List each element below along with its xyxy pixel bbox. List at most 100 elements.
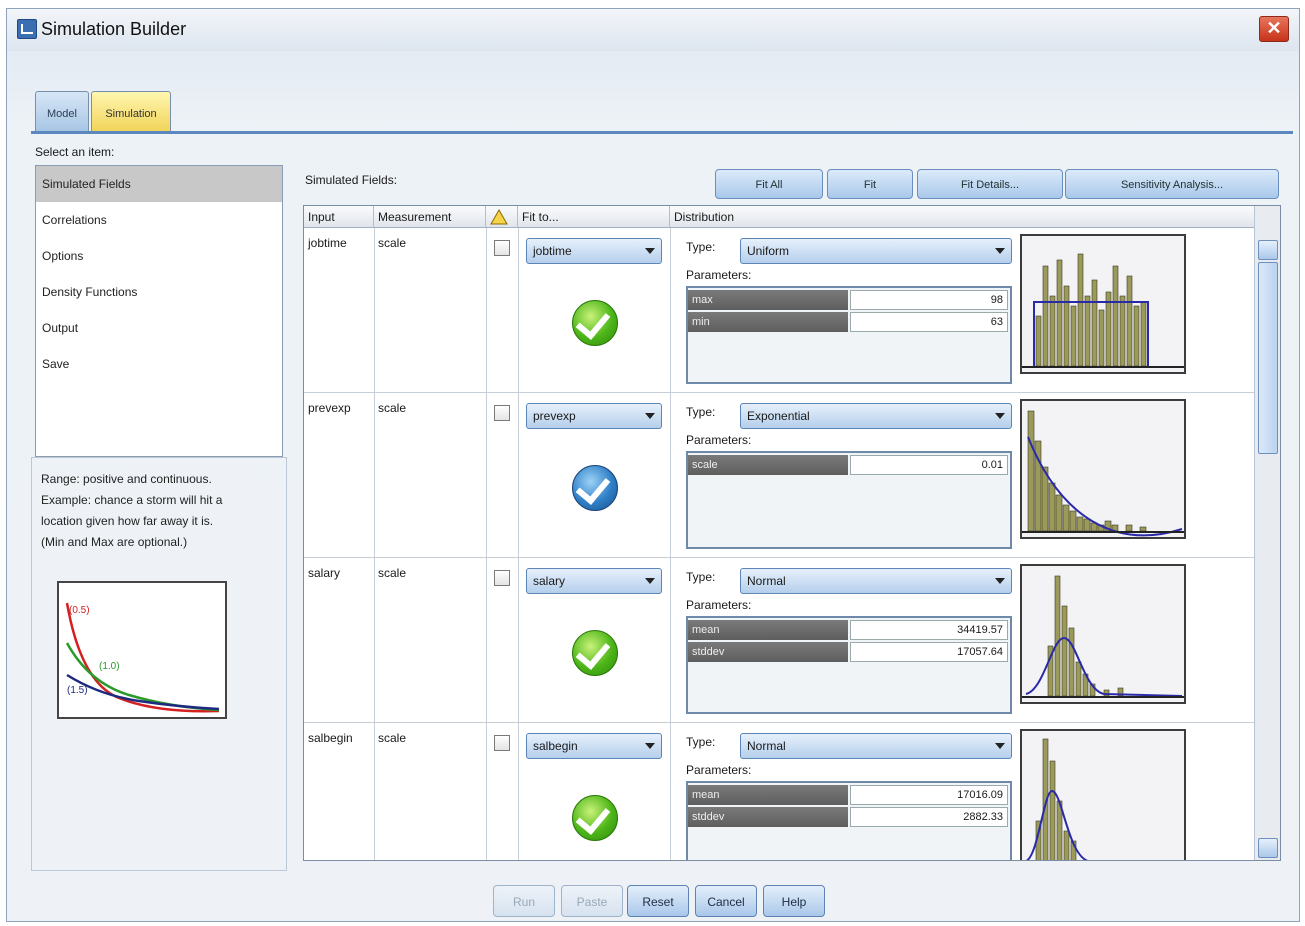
lock-checkbox[interactable]: [494, 240, 510, 256]
nav-item-density-functions[interactable]: Density Functions: [36, 274, 282, 310]
description-line: location given how far away it is.: [41, 514, 214, 528]
column-header-input[interactable]: Input: [304, 206, 374, 228]
parameter-value-input[interactable]: 63: [850, 312, 1008, 332]
chevron-down-icon: [645, 743, 655, 749]
chevron-down-icon: [995, 578, 1005, 584]
table-row[interactable]: salary scale salary Type: Normal Paramet…: [304, 558, 1254, 723]
check-icon: [575, 799, 611, 835]
fit-to-dropdown[interactable]: salbegin: [526, 733, 662, 759]
fit-all-button[interactable]: Fit All: [715, 169, 823, 199]
lock-checkbox[interactable]: [494, 735, 510, 751]
parameter-name: stddev: [688, 642, 848, 662]
distribution-type-dropdown[interactable]: Normal: [740, 733, 1012, 759]
column-header-fit-to[interactable]: Fit to...: [518, 206, 670, 228]
lock-checkbox[interactable]: [494, 405, 510, 421]
column-header-distribution[interactable]: Distribution: [670, 206, 1256, 228]
nav-item-options[interactable]: Options: [36, 238, 282, 274]
item-list: Simulated Fields Correlations Options De…: [35, 165, 283, 457]
scroll-down-icon[interactable]: [1258, 838, 1278, 858]
parameter-name: max: [688, 290, 848, 310]
nav-item-output[interactable]: Output: [36, 310, 282, 346]
type-label: Type:: [686, 735, 716, 749]
help-button[interactable]: Help: [763, 885, 825, 917]
input-cell: salary: [308, 566, 341, 580]
curve-blue: [66, 673, 220, 711]
fit-button[interactable]: Fit: [827, 169, 913, 199]
fit-status-check-icon: [572, 300, 618, 346]
parameters-label: Parameters:: [686, 598, 752, 612]
fit-to-value: salary: [533, 574, 566, 588]
input-cell: jobtime: [308, 236, 347, 250]
fit-to-value: prevexp: [533, 409, 576, 423]
density-preview-chart: (0.5) (1.0) (1.5): [57, 581, 227, 719]
parameter-value-input[interactable]: 98: [850, 290, 1008, 310]
chevron-down-icon: [645, 578, 655, 584]
type-label: Type:: [686, 240, 716, 254]
parameter-value-input[interactable]: 17057.64: [850, 642, 1008, 662]
distribution-type-dropdown[interactable]: Uniform: [740, 238, 1012, 264]
parameter-value-input[interactable]: 0.01: [850, 455, 1008, 475]
scroll-up-icon[interactable]: [1258, 240, 1278, 260]
title-bar: Simulation Builder ✕: [7, 9, 1299, 51]
fit-status-check-icon: [572, 630, 618, 676]
sensitivity-analysis-button[interactable]: Sensitivity Analysis...: [1065, 169, 1279, 199]
parameter-row: stddev 17057.64: [688, 642, 1008, 662]
column-header-measurement[interactable]: Measurement: [374, 206, 486, 228]
distribution-type-dropdown[interactable]: Exponential: [740, 403, 1012, 429]
parameter-value-input[interactable]: 2882.33: [850, 807, 1008, 827]
distribution-histogram: [1020, 729, 1186, 860]
fit-to-dropdown[interactable]: prevexp: [526, 403, 662, 429]
curve-label-green: (1.0): [99, 661, 120, 672]
chevron-down-icon: [645, 413, 655, 419]
tab-simulation[interactable]: Simulation: [91, 91, 171, 131]
type-label: Type:: [686, 405, 716, 419]
histogram-exponential-svg: [1022, 410, 1184, 537]
distribution-histogram: [1020, 234, 1186, 374]
cancel-button[interactable]: Cancel: [695, 885, 757, 917]
input-cell: prevexp: [308, 401, 351, 415]
distribution-description: Range: positive and continuous. Example:…: [41, 469, 281, 553]
column-header-warning[interactable]: [486, 206, 518, 228]
parameter-row: mean 34419.57: [688, 620, 1008, 640]
parameters-label: Parameters:: [686, 433, 752, 447]
parameter-value-input[interactable]: 34419.57: [850, 620, 1008, 640]
nav-item-save[interactable]: Save: [36, 346, 282, 382]
fit-to-dropdown[interactable]: jobtime: [526, 238, 662, 264]
curve-label-blue: (1.5): [67, 685, 88, 696]
reset-button[interactable]: Reset: [627, 885, 689, 917]
fit-to-dropdown[interactable]: salary: [526, 568, 662, 594]
grid-scrollbar[interactable]: [1254, 206, 1280, 860]
distribution-type-dropdown[interactable]: Normal: [740, 568, 1012, 594]
curve-red: [65, 602, 220, 713]
distribution-histogram: [1020, 564, 1186, 704]
lock-checkbox[interactable]: [494, 570, 510, 586]
measurement-cell: scale: [378, 566, 407, 580]
parameter-row: max 98: [688, 290, 1008, 310]
parameters-table: scale 0.01: [686, 451, 1012, 549]
nav-item-correlations[interactable]: Correlations: [36, 202, 282, 238]
fit-status-check-icon: [572, 795, 618, 841]
simulated-fields-label: Simulated Fields:: [305, 173, 398, 187]
tab-model[interactable]: Model: [35, 91, 89, 131]
fit-to-value: jobtime: [533, 244, 572, 258]
curve-green: [65, 642, 220, 712]
parameter-row: stddev 2882.33: [688, 807, 1008, 827]
run-button[interactable]: Run: [493, 885, 555, 917]
close-icon[interactable]: ✕: [1259, 16, 1289, 42]
table-row[interactable]: salbegin scale salbegin Type: Normal Par…: [304, 723, 1254, 860]
check-icon: [575, 634, 611, 670]
type-label: Type:: [686, 570, 716, 584]
scroll-thumb[interactable]: [1258, 262, 1278, 454]
table-row[interactable]: prevexp scale prevexp Type: Exponential …: [304, 393, 1254, 558]
distribution-type-value: Normal: [747, 739, 786, 753]
fit-details-button[interactable]: Fit Details...: [917, 169, 1063, 199]
warning-icon: [490, 208, 508, 225]
distribution-type-value: Exponential: [747, 409, 810, 423]
chevron-down-icon: [995, 248, 1005, 254]
check-icon: [575, 469, 611, 505]
table-row[interactable]: jobtime scale jobtime Type: Uniform Para…: [304, 228, 1254, 393]
nav-item-simulated-fields[interactable]: Simulated Fields: [36, 166, 282, 202]
parameter-value-input[interactable]: 17016.09: [850, 785, 1008, 805]
paste-button[interactable]: Paste: [561, 885, 623, 917]
parameter-row: scale 0.01: [688, 455, 1008, 475]
